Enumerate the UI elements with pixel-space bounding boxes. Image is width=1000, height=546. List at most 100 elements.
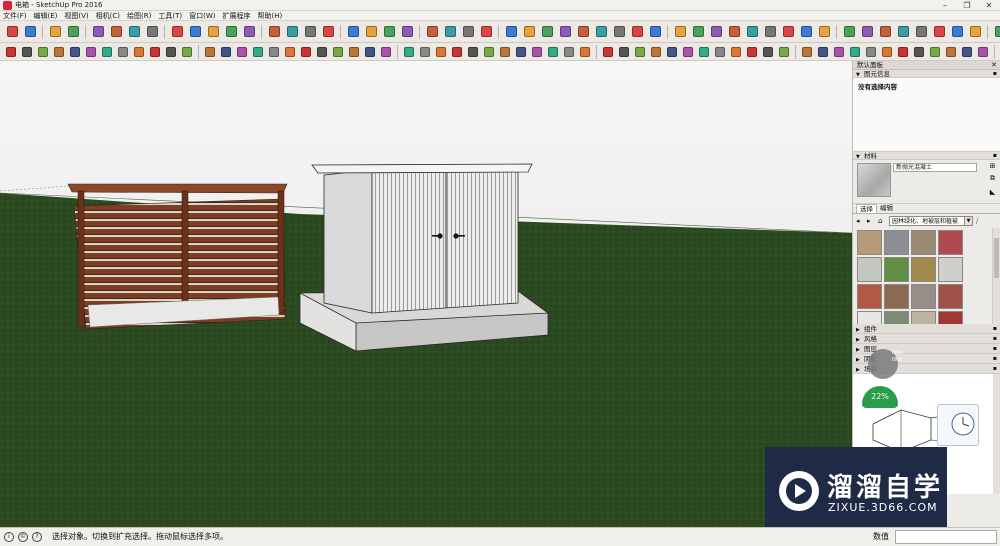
plugin-tool-33-button[interactable]	[530, 45, 544, 59]
plugin-tool-2-button[interactable]	[20, 45, 34, 59]
plugin-icon-20-button[interactable]	[859, 24, 875, 40]
plugin-tool-32-button[interactable]	[514, 45, 528, 59]
plugin-tool-27-button[interactable]	[434, 45, 448, 59]
plugin-tool-21-button[interactable]	[331, 45, 345, 59]
plugin-icon-24-button[interactable]	[931, 24, 947, 40]
material-swatch[interactable]	[857, 284, 882, 309]
plugin-icon-15-button[interactable]	[762, 24, 778, 40]
plugin-tool-18-button[interactable]	[283, 45, 297, 59]
collapsed-section-5[interactable]: ▶ 场景 ▪	[853, 364, 1000, 374]
plugin-icon-5-button[interactable]	[575, 24, 591, 40]
push-pull-tool-button[interactable]	[169, 24, 185, 40]
plugin-icon-8-button[interactable]	[629, 24, 645, 40]
sample-paint-icon[interactable]: ⧸	[976, 217, 984, 226]
select-tool-button[interactable]	[4, 24, 20, 40]
material-swatch[interactable]	[884, 284, 909, 309]
plugin-icon-11-button[interactable]	[690, 24, 706, 40]
orbit-tool-button[interactable]	[345, 24, 361, 40]
material-swatch[interactable]	[938, 230, 963, 255]
plugin-tool-41-button[interactable]	[665, 45, 679, 59]
minimize-button[interactable]: –	[934, 0, 956, 11]
plugin-tool-48-button[interactable]	[777, 45, 791, 59]
plugin-tool-44-button[interactable]	[713, 45, 727, 59]
follow-me-tool-button[interactable]	[187, 24, 203, 40]
credits-icon[interactable]: ©	[18, 532, 28, 542]
clock-widget[interactable]	[937, 404, 979, 446]
plugin-icon-1-button[interactable]	[503, 24, 519, 40]
zoom-tool-button[interactable]	[381, 24, 397, 40]
material-swatch[interactable]	[911, 230, 936, 255]
extension-icon[interactable]	[442, 24, 458, 40]
material-swatch[interactable]	[911, 257, 936, 282]
measurements-input[interactable]	[895, 530, 997, 544]
plugin-icon-4-button[interactable]	[557, 24, 573, 40]
plugin-tool-25-button[interactable]	[402, 45, 416, 59]
plugin-tool-31-button[interactable]	[498, 45, 512, 59]
plugin-tool-28-button[interactable]	[450, 45, 464, 59]
shape-dropdown-button[interactable]	[144, 24, 160, 40]
home-icon[interactable]: ⌂	[878, 217, 886, 225]
plugin-tool-40-button[interactable]	[649, 45, 663, 59]
display-secondary-icon[interactable]: ⊞	[988, 162, 997, 170]
plugin-tool-49-button[interactable]	[800, 45, 814, 59]
line-dropdown-button[interactable]	[65, 24, 81, 40]
pan-tool-button[interactable]	[363, 24, 379, 40]
collapsed-section-3[interactable]: ▶ 图层 ▪	[853, 344, 1000, 354]
menu-help[interactable]: 帮助(H)	[257, 11, 282, 21]
plugin-icon-13-button[interactable]	[726, 24, 742, 40]
entity-info-header[interactable]: ▼ 图元信息 ▪	[853, 70, 1000, 78]
library-select[interactable]: 园林绿化、地被层和植被 ▼	[889, 216, 973, 226]
material-swatch[interactable]	[857, 257, 882, 282]
collapsed-section-2[interactable]: ▶ 风格 ▪	[853, 334, 1000, 344]
plugin-icon-22-button[interactable]	[895, 24, 911, 40]
plugin-icon-19-button[interactable]	[841, 24, 857, 40]
close-button[interactable]: ✕	[978, 0, 1000, 11]
tab-edit[interactable]: 编辑	[877, 204, 896, 213]
tape-measure-tool-button[interactable]	[266, 24, 282, 40]
material-swatch[interactable]	[911, 284, 936, 309]
plugin-icon-14-button[interactable]	[744, 24, 760, 40]
plugin-tool-9-button[interactable]	[132, 45, 146, 59]
plugin-tool-14-button[interactable]	[219, 45, 233, 59]
plugin-icon-27-button[interactable]	[992, 24, 1000, 40]
maximize-button[interactable]: ❐	[956, 0, 978, 11]
forward-arrow-icon[interactable]: ▸	[867, 217, 875, 225]
plugin-tool-13-button[interactable]	[203, 45, 217, 59]
menu-view[interactable]: 视图(V)	[64, 11, 88, 21]
tab-select[interactable]: 选择	[856, 204, 877, 213]
axes-tool-button[interactable]	[302, 24, 318, 40]
plugin-tool-46-button[interactable]	[745, 45, 759, 59]
material-preview[interactable]	[857, 163, 891, 197]
menu-camera[interactable]: 相机(C)	[96, 11, 120, 21]
plugin-tool-16-button[interactable]	[251, 45, 265, 59]
plugin-icon-26-button[interactable]	[967, 24, 983, 40]
pin-icon[interactable]: ▪	[993, 354, 997, 364]
plugin-tool-34-button[interactable]	[546, 45, 560, 59]
pin-icon[interactable]: ▪	[993, 344, 997, 354]
plugin-tool-10-button[interactable]	[148, 45, 162, 59]
arc-tool-button[interactable]	[90, 24, 106, 40]
plugin-icon-7-button[interactable]	[611, 24, 627, 40]
zoom-extents-tool-button[interactable]	[399, 24, 415, 40]
plugin-tool-15-button[interactable]	[235, 45, 249, 59]
text-tool-button[interactable]	[284, 24, 300, 40]
plugin-tool-20-button[interactable]	[315, 45, 329, 59]
create-material-icon[interactable]: ⧉	[988, 174, 997, 182]
shape-tool-button[interactable]	[126, 24, 142, 40]
plugin-icon-9-button[interactable]	[647, 24, 663, 40]
plugin-tool-6-button[interactable]	[84, 45, 98, 59]
plugin-icon-2-button[interactable]	[521, 24, 537, 40]
scale-tool-button[interactable]	[241, 24, 257, 40]
rotate-tool-button[interactable]	[223, 24, 239, 40]
plugin-tool-5-button[interactable]	[68, 45, 82, 59]
plugin-tool-35-button[interactable]	[562, 45, 576, 59]
plugin-icon-23-button[interactable]	[913, 24, 929, 40]
plugin-tool-24-button[interactable]	[379, 45, 393, 59]
plugin-tool-37-button[interactable]	[601, 45, 615, 59]
share-icon[interactable]	[460, 24, 476, 40]
plugin-tool-7-button[interactable]	[100, 45, 114, 59]
menu-edit[interactable]: 编辑(E)	[34, 11, 58, 21]
menu-extensions[interactable]: 扩展程序	[222, 11, 250, 21]
plugin-tool-12-button[interactable]	[180, 45, 194, 59]
protractor-tool-button[interactable]	[320, 24, 336, 40]
